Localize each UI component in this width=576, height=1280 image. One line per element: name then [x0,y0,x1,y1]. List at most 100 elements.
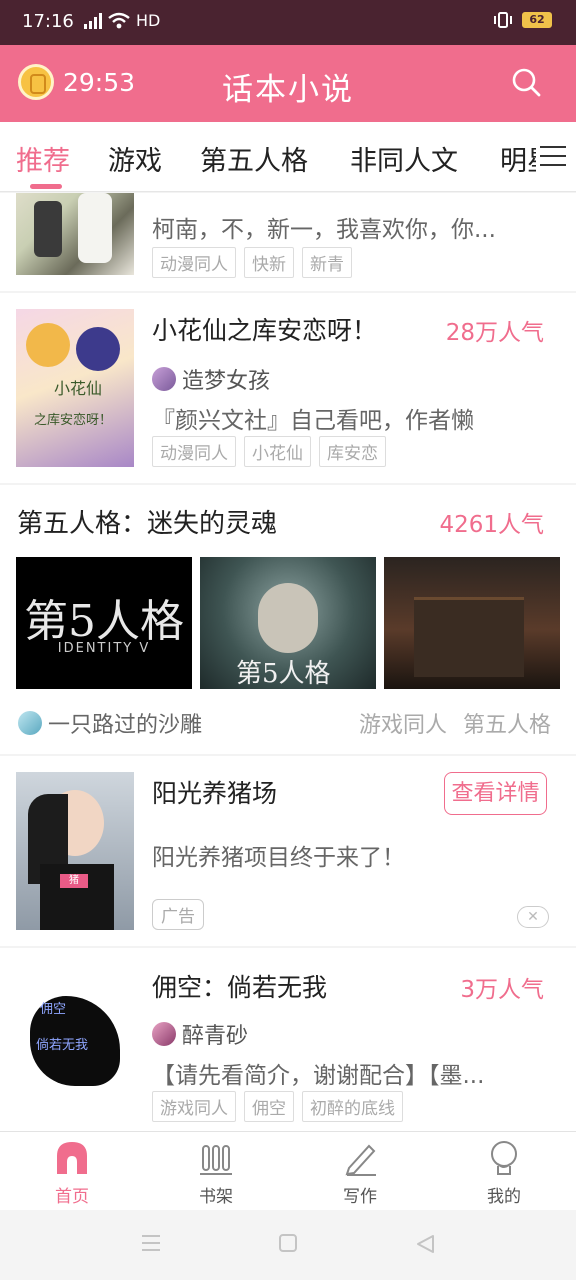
tag-list: 动漫同人 快新 新青 [152,247,352,278]
image-text: 第5人格 [236,659,331,689]
author-name: 造梦女孩 [182,369,271,394]
tab-recommend[interactable]: 推荐 [16,139,70,178]
cover-figure [34,201,62,257]
cover-figure [78,193,112,263]
tab-active-indicator [30,184,62,189]
popularity: 28万人气 [445,320,544,346]
book-desc: 【请先看简介，谢谢配合】【墨... [152,1063,485,1089]
home-icon [57,1142,87,1174]
nav-profile[interactable]: 我的 [464,1140,544,1207]
status-icons: HD [84,11,160,30]
tabs-scroll: 推荐 游戏 第五人格 非同人文 明星 [0,122,536,192]
book-title[interactable]: 佣空：倘若无我 [152,968,327,1004]
gallery-image[interactable]: 第5人格 [200,557,376,689]
ad-title[interactable]: 阳光养猪场 [152,774,277,810]
nav-label: 首页 [55,1187,89,1207]
search-icon[interactable] [511,67,541,97]
tag[interactable]: 快新 [244,247,294,278]
tag[interactable]: 游戏同人 [359,707,447,739]
book-cover: 佣空 倘若无我 [16,966,134,1124]
tag[interactable]: 动漫同人 [152,247,236,278]
image-subtext: IDENTITY V [57,641,151,656]
system-nav-bar [0,1210,576,1280]
tab-identity-v[interactable]: 第五人格 [200,139,308,178]
author-name: 一只路过的沙雕 [48,713,203,738]
pen-icon [345,1144,376,1176]
book-card[interactable]: 小花仙 之库安恋呀！ 小花仙之库安恋呀！ 28万人气 造梦女孩 『颜兴文社』自己… [0,293,576,483]
author-name: 醉青砂 [182,1024,249,1049]
ad-image: 猪 [16,772,134,930]
nav-write[interactable]: 写作 [320,1140,400,1207]
gallery-title[interactable]: 第五人格：迷失的灵魂 [17,503,277,540]
menu-icon[interactable] [540,146,566,168]
hd-indicator: HD [136,11,161,30]
nav-home[interactable]: 首页 [32,1140,112,1207]
avatar [152,367,176,391]
popularity: 4261人气 [439,512,544,538]
image-figure [258,583,318,653]
category-tabs: 推荐 游戏 第五人格 非同人文 明星 [0,122,576,192]
tab-original[interactable]: 非同人文 [350,139,458,178]
book-cover: 小花仙 之库安恋呀！ [16,309,134,467]
bottom-nav: 首页 书架 写作 我的 [0,1131,576,1210]
book-card[interactable]: 柯南，不，新一，我喜欢你，你... 动漫同人 快新 新青 [0,193,576,291]
tag-list: 动漫同人 小花仙 库安恋 [152,436,386,467]
ad-badge: 猪 [60,874,88,888]
app-header: 29:53 话本小说 [0,45,576,122]
author[interactable]: 一只路过的沙雕 [18,707,202,739]
home-button-icon[interactable] [278,1233,298,1253]
cover-figure [26,323,70,367]
tab-celebrity[interactable]: 明星 [500,139,536,178]
cover-figure [76,327,120,371]
book-title[interactable]: 小花仙之库安恋呀！ [152,311,377,347]
tag[interactable]: 第五人格 [463,707,551,739]
cover-text: 佣空 [40,1002,67,1017]
cover-text: 小花仙 [54,379,103,398]
tag[interactable]: 小花仙 [244,436,311,467]
avatar [18,711,42,735]
cover-text: 之库安恋呀！ [34,413,113,428]
recommend-feed[interactable]: 柯南，不，新一，我喜欢你，你... 动漫同人 快新 新青 小花仙 之库安恋呀！ … [0,193,576,1131]
view-details-button[interactable]: 查看详情 [444,772,547,815]
tag-list: 游戏同人 佣空 初醉的底线 [152,1091,403,1122]
nav-label: 书架 [199,1187,233,1207]
book-desc: 柯南，不，新一，我喜欢你，你... [152,217,496,243]
author[interactable]: 醉青砂 [152,1018,248,1050]
avatar [152,1022,176,1046]
ad-label: 广告 [152,899,204,930]
close-icon[interactable]: ✕ [517,906,549,928]
tag[interactable]: 库安恋 [319,436,386,467]
back-icon[interactable] [414,1233,436,1255]
tag[interactable]: 佣空 [244,1091,294,1122]
status-right: 62 [492,11,552,29]
profile-icon [491,1141,517,1175]
wifi-icon [108,12,130,28]
gallery-image[interactable] [384,557,560,689]
image-text: 第5人格 [24,596,184,647]
book-cover [16,193,134,275]
battery-icon: 62 [522,12,552,28]
popularity: 3万人气 [460,977,544,1003]
book-card[interactable]: 佣空 倘若无我 佣空：倘若无我 3万人气 醉青砂 【请先看简介，谢谢配合】【墨.… [0,948,576,1131]
image-building [414,597,524,677]
tag[interactable]: 新青 [302,247,352,278]
bookshelf-icon [200,1145,232,1175]
nav-label: 我的 [487,1187,521,1207]
tag-list: 游戏同人 第五人格 [359,707,551,739]
gallery-card[interactable]: 第五人格：迷失的灵魂 4261人气 第5人格 IDENTITY V 第5人格 一… [0,485,576,754]
ad-desc: 阳光养猪项目终于来了！ [152,845,405,871]
cover-text: 倘若无我 [36,1038,89,1053]
tag[interactable]: 游戏同人 [152,1091,236,1122]
vibrate-icon [494,12,512,28]
recents-icon[interactable] [140,1233,162,1253]
nav-bookshelf[interactable]: 书架 [176,1140,256,1207]
book-desc: 『颜兴文社』自己看吧，作者懒 [152,408,474,434]
ad-card[interactable]: 猪 阳光养猪场 查看详情 阳光养猪项目终于来了！ 广告 ✕ [0,756,576,946]
nav-label: 写作 [343,1187,377,1207]
signal-icon [84,12,102,29]
tag[interactable]: 初醉的底线 [302,1091,403,1122]
tag[interactable]: 动漫同人 [152,436,236,467]
gallery-image[interactable]: 第5人格 IDENTITY V [16,557,192,689]
author[interactable]: 造梦女孩 [152,363,270,395]
tab-games[interactable]: 游戏 [108,139,162,178]
